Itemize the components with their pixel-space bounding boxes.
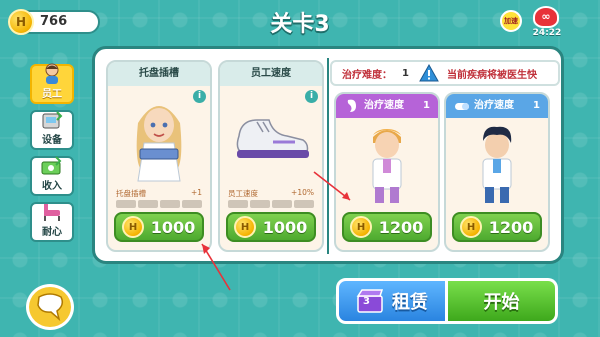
start-button[interactable]: 开始 (448, 278, 558, 324)
buy-tray-slot-button[interactable]: H 1000 (114, 212, 204, 242)
stat-label: 托盘插槽 (116, 189, 146, 198)
treatment-difficulty-banner: 治疗难度： 1 当前疾病将被医生快 (330, 60, 560, 86)
coin-icon: H (350, 216, 372, 238)
progress-segment (138, 200, 158, 208)
speed-up-button[interactable]: 加速 (500, 10, 522, 32)
upgrade-card-tray-slot: 托盘插槽 i 托盘插槽 +1 H 1000 (106, 60, 212, 252)
progress-segment (160, 200, 180, 208)
buy-staff-speed-button[interactable]: H 1000 (226, 212, 316, 242)
card-level: 1 (423, 100, 430, 111)
price-label: 1000 (150, 217, 196, 237)
coin-icon: H (460, 216, 482, 238)
progress-segment (228, 200, 248, 208)
lives-indicator[interactable]: ∞ 24:22 (530, 6, 561, 40)
card-title: 治疗速度 (364, 100, 404, 111)
tab-income-label: 收入 (42, 181, 62, 192)
card-title-bar: 治疗速度 1 (336, 94, 438, 118)
difficulty-description: 当前疾病将被医生快 (446, 69, 537, 81)
coin-icon: H (122, 216, 144, 238)
doctor-character-image (336, 120, 438, 206)
heart-icon: ∞ (533, 6, 559, 28)
card-title: 员工速度 (220, 62, 322, 86)
stat-value: +10% (291, 188, 314, 197)
rent-button[interactable]: 3 租赁 (336, 278, 448, 324)
equipment-icon (39, 110, 65, 130)
rent-button-label: 租赁 (392, 292, 428, 313)
treatment-icon (347, 99, 356, 112)
staff-icon (39, 62, 65, 84)
treatment-icon (455, 103, 469, 110)
difficulty-label: 治疗难度： (342, 69, 392, 81)
stat-label: 员工速度 (228, 189, 258, 198)
stat-row: 托盘插槽 +1 (116, 188, 202, 199)
panel-divider (327, 58, 329, 254)
hire-doctor-2-button[interactable]: H 1200 (452, 212, 542, 242)
tab-patience[interactable]: 耐心 (30, 202, 74, 242)
card-title: 治疗速度 (474, 100, 514, 111)
stat-value: +1 (190, 188, 202, 197)
progress-segment (250, 200, 270, 208)
nurse-with-tray-image (108, 88, 210, 188)
card-level: 1 (533, 100, 540, 111)
tab-patience-label: 耐心 (42, 227, 62, 238)
coin-icon: H (234, 216, 256, 238)
progress-segment (182, 200, 202, 208)
price-label: 1200 (488, 217, 534, 237)
start-button-label: 开始 (483, 292, 520, 313)
upgrade-progress-bar (228, 200, 314, 208)
upgrade-card-staff-speed: 员工速度 i 员工速度 +10% H 1000 (218, 60, 324, 252)
tab-equipment[interactable]: 设备 (30, 110, 74, 150)
difficulty-value: 1 (402, 67, 409, 79)
price-label: 1200 (378, 217, 424, 237)
tab-income[interactable]: 收入 (30, 156, 74, 196)
sneaker-image (220, 88, 322, 188)
hire-card-doctor-1: 治疗速度 1 H 1200 (334, 92, 440, 252)
warning-icon (419, 64, 439, 82)
video-ad-icon: 3 (356, 288, 384, 314)
tab-equipment-label: 设备 (42, 135, 62, 146)
speech-bubble-icon (37, 293, 64, 321)
hire-card-doctor-2: 治疗速度 1 H 1200 (444, 92, 550, 252)
lives-timer: 24:22 (532, 28, 562, 38)
card-title-bar: 治疗速度 1 (446, 94, 548, 118)
chat-button[interactable] (26, 284, 74, 330)
income-icon (39, 156, 65, 176)
stat-row: 员工速度 +10% (228, 188, 314, 199)
upgrade-progress-bar (116, 200, 202, 208)
progress-segment (272, 200, 292, 208)
progress-segment (116, 200, 136, 208)
tab-staff[interactable]: 员工 (30, 62, 74, 104)
rent-count-badge: 3 (363, 296, 370, 307)
card-title: 托盘插槽 (108, 62, 210, 86)
doctor-character-image (446, 120, 548, 206)
patience-icon (39, 202, 65, 222)
hire-doctor-1-button[interactable]: H 1200 (342, 212, 432, 242)
price-label: 1000 (262, 217, 308, 237)
tab-staff-label: 员工 (42, 89, 62, 100)
progress-segment (294, 200, 314, 208)
